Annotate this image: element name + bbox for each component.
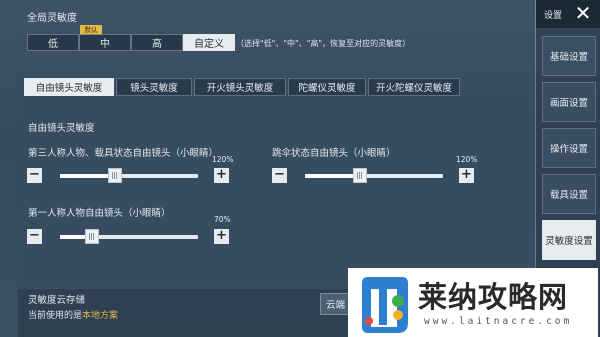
preset-custom-button[interactable]: 自定义 [183,34,235,51]
preset-low-button[interactable]: 低 [27,34,79,51]
slider-third-person-track[interactable] [60,168,198,183]
slider-first-person-plus-button[interactable]: + [214,229,229,244]
slider-first-person-thumb[interactable] [85,229,99,244]
sidebar-item-vehicle[interactable]: 载具设置 [542,174,596,214]
tab-gyroscope[interactable]: 陀螺仪灵敏度 [288,78,366,96]
tab-fire-camera[interactable]: 开火镜头灵敏度 [194,78,286,96]
slider-parachute-minus-button[interactable]: − [272,168,287,183]
tab-free-look[interactable]: 自由镜头灵敏度 [24,78,114,96]
slider-third-person-value: 120% [212,155,234,164]
watermark-text: 莱纳攻略网 [418,280,569,314]
slider-first-person-label: 第一人称人物自由镜头（小眼睛） [28,208,171,219]
slider-third-person-label: 第三人称人物、载具状态自由镜头（小眼睛） [28,148,219,159]
close-icon[interactable]: ✕ [572,2,594,24]
slider-parachute-thumb[interactable] [353,168,367,183]
preset-medium-button[interactable]: 中 [79,34,131,51]
slider-first-person-track[interactable] [60,229,198,244]
sidebar-item-basic[interactable]: 基础设置 [542,36,596,76]
cloud-current-plan: 当前使用的是本地方案 [28,308,118,321]
sidebar-item-graphics[interactable]: 画面设置 [542,82,596,122]
section-title: 自由镜头灵敏度 [28,123,95,134]
slider-third-person-thumb[interactable] [108,168,122,183]
slider-third-person-fill [60,174,115,178]
slider-parachute-fill [305,174,360,178]
settings-title: 设置 [544,11,563,21]
preset-hint: （选择"低"、"中"、"高"，恢复至对应的灵敏度） [236,39,411,48]
slider-third-person-minus-button[interactable]: − [27,168,42,183]
slider-parachute-value: 120% [456,155,478,164]
cloud-current-prefix: 当前使用的是 [28,311,83,321]
tab-camera[interactable]: 镜头灵敏度 [116,78,192,96]
watermark-logo-icon [362,277,408,333]
sensitivity-tabs: 自由镜头灵敏度 镜头灵敏度 开火镜头灵敏度 陀螺仪灵敏度 开火陀螺仪灵敏度 [24,78,460,96]
cloud-current-value: 本地方案 [82,311,119,321]
slider-first-person-minus-button[interactable]: − [27,229,42,244]
slider-parachute-label: 跳伞状态自由镜头（小眼睛） [272,148,396,159]
slider-parachute-track[interactable] [305,168,443,183]
sensitivity-preset-selector: 低 中 高 自定义 [27,34,235,52]
slider-first-person-value: 70% [214,215,231,224]
tab-fire-gyroscope[interactable]: 开火陀螺仪灵敏度 [368,78,460,96]
sidebar-item-sensitivity[interactable]: 灵敏度设置 [542,220,596,260]
watermark-url: www.laitnacre.com [424,316,573,327]
slider-parachute-plus-button[interactable]: + [459,168,474,183]
slider-third-person-plus-button[interactable]: + [214,168,229,183]
sidebar-item-controls[interactable]: 操作设置 [542,128,596,168]
preset-high-button[interactable]: 高 [131,34,183,51]
cloud-storage-title: 灵敏度云存储 [28,295,86,306]
global-sensitivity-title: 全局灵敏度 [27,13,77,24]
